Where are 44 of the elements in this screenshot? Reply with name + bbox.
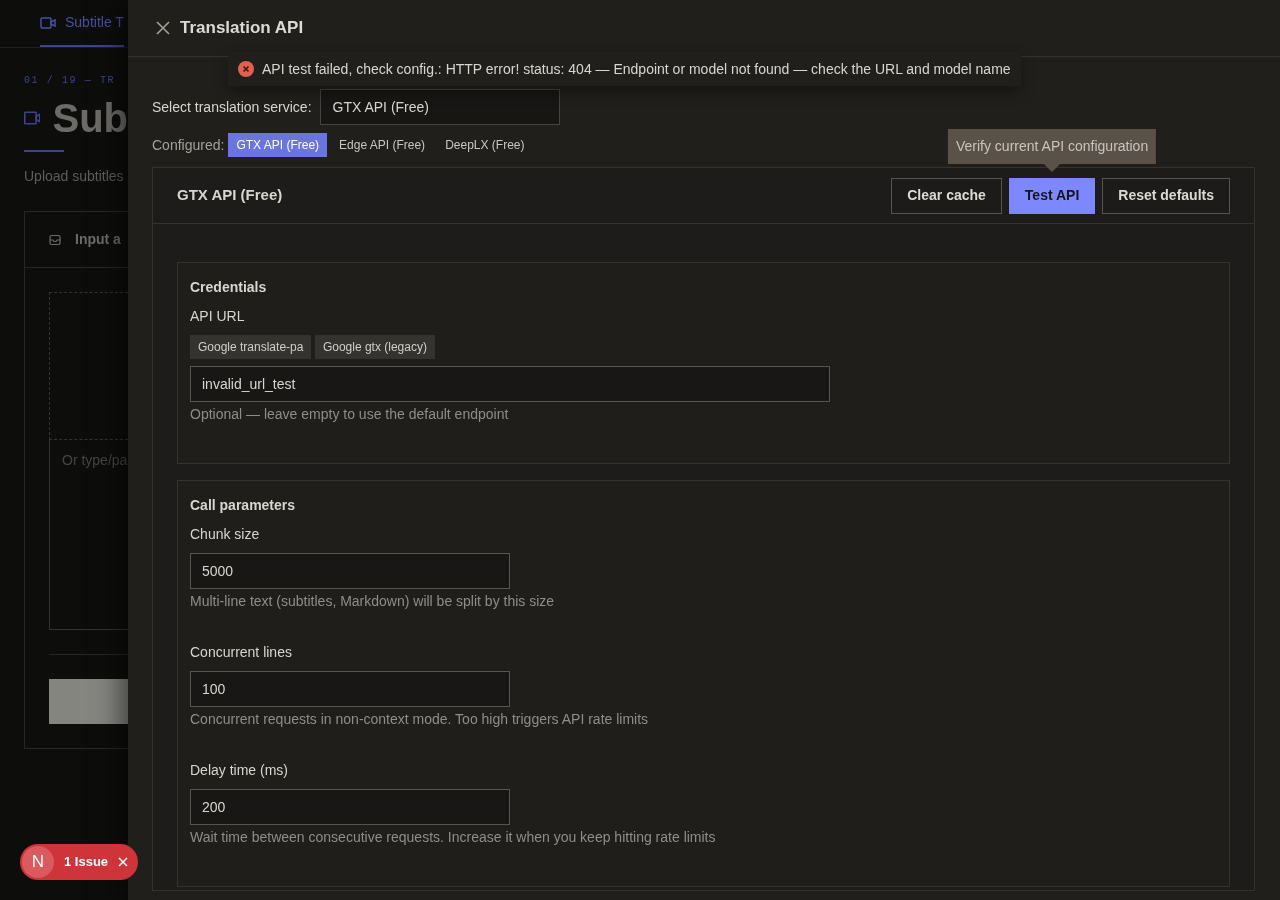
card-title: Input a bbox=[75, 230, 121, 249]
input-field[interactable]: 5000 bbox=[190, 553, 510, 589]
toast-message: API test failed, check config.: HTTP error! status: 404 — Endpoint or model not found — check the URL and model name bbox=[262, 59, 1011, 79]
help-text: Concurrent requests in non-context mode. Too high triggers API rate limits bbox=[190, 710, 650, 729]
close-icon bbox=[118, 857, 129, 867]
field-label: Delay time (ms) bbox=[190, 761, 289, 780]
close-icon bbox=[156, 21, 170, 35]
field-label: Configured: bbox=[152, 135, 225, 155]
drawer-title: Translation API bbox=[180, 17, 304, 40]
input-field[interactable]: 200 bbox=[190, 789, 510, 825]
input-field[interactable]: invalid_url_test bbox=[190, 366, 830, 402]
step-counter: 01 / 19 — TR bbox=[24, 74, 117, 88]
service-tag[interactable]: DeepLX (Free) bbox=[437, 133, 533, 157]
action-button[interactable] bbox=[49, 679, 128, 724]
preset-chip[interactable]: Google gtx (legacy) bbox=[314, 335, 435, 359]
panel-title: GTX API (Free) bbox=[177, 185, 283, 206]
video-camera-icon bbox=[40, 15, 56, 30]
error-icon bbox=[238, 61, 254, 77]
field-label: Concurrent lines bbox=[190, 643, 293, 662]
help-text: Multi-line text (subtitles, Markdown) will be split by this size bbox=[190, 592, 556, 611]
tooltip-arrow bbox=[1044, 163, 1061, 172]
tooltip: Verify current API configuration bbox=[947, 128, 1157, 164]
issue-count: 1 Issue bbox=[64, 853, 109, 872]
help-text: Wait time between consecutive requests. Increase it when you keep hitting rate limits bbox=[190, 828, 717, 847]
page-subtitle: Upload subtitles bbox=[24, 167, 125, 186]
inbox-icon bbox=[49, 233, 61, 246]
issue-badge[interactable]: N 1 Issue bbox=[20, 844, 139, 880]
help-text: Optional — leave empty to use the default endpoint bbox=[190, 405, 510, 424]
panel-button[interactable]: Clear cache bbox=[891, 177, 1002, 214]
preset-chip[interactable]: Google translate-pa bbox=[190, 335, 312, 359]
field-label: API URL bbox=[190, 307, 246, 326]
section-title: Credentials bbox=[190, 278, 268, 297]
service-select[interactable]: GTX API (Free) bbox=[319, 89, 560, 125]
field-label: Select translation service: bbox=[152, 97, 312, 117]
panel-button[interactable]: Reset defaults bbox=[1102, 177, 1230, 214]
input-field[interactable]: 100 bbox=[190, 671, 510, 707]
section-title: Call parameters bbox=[190, 496, 297, 515]
avatar-letter: N bbox=[22, 846, 54, 878]
field-label: Chunk size bbox=[190, 525, 261, 544]
service-tag[interactable]: GTX API (Free) bbox=[228, 133, 328, 157]
panel-button[interactable]: Test API bbox=[1008, 177, 1096, 214]
close-button[interactable] bbox=[156, 21, 170, 35]
page-title: Sub bbox=[52, 96, 128, 140]
service-tag[interactable]: Edge API (Free) bbox=[331, 133, 434, 157]
